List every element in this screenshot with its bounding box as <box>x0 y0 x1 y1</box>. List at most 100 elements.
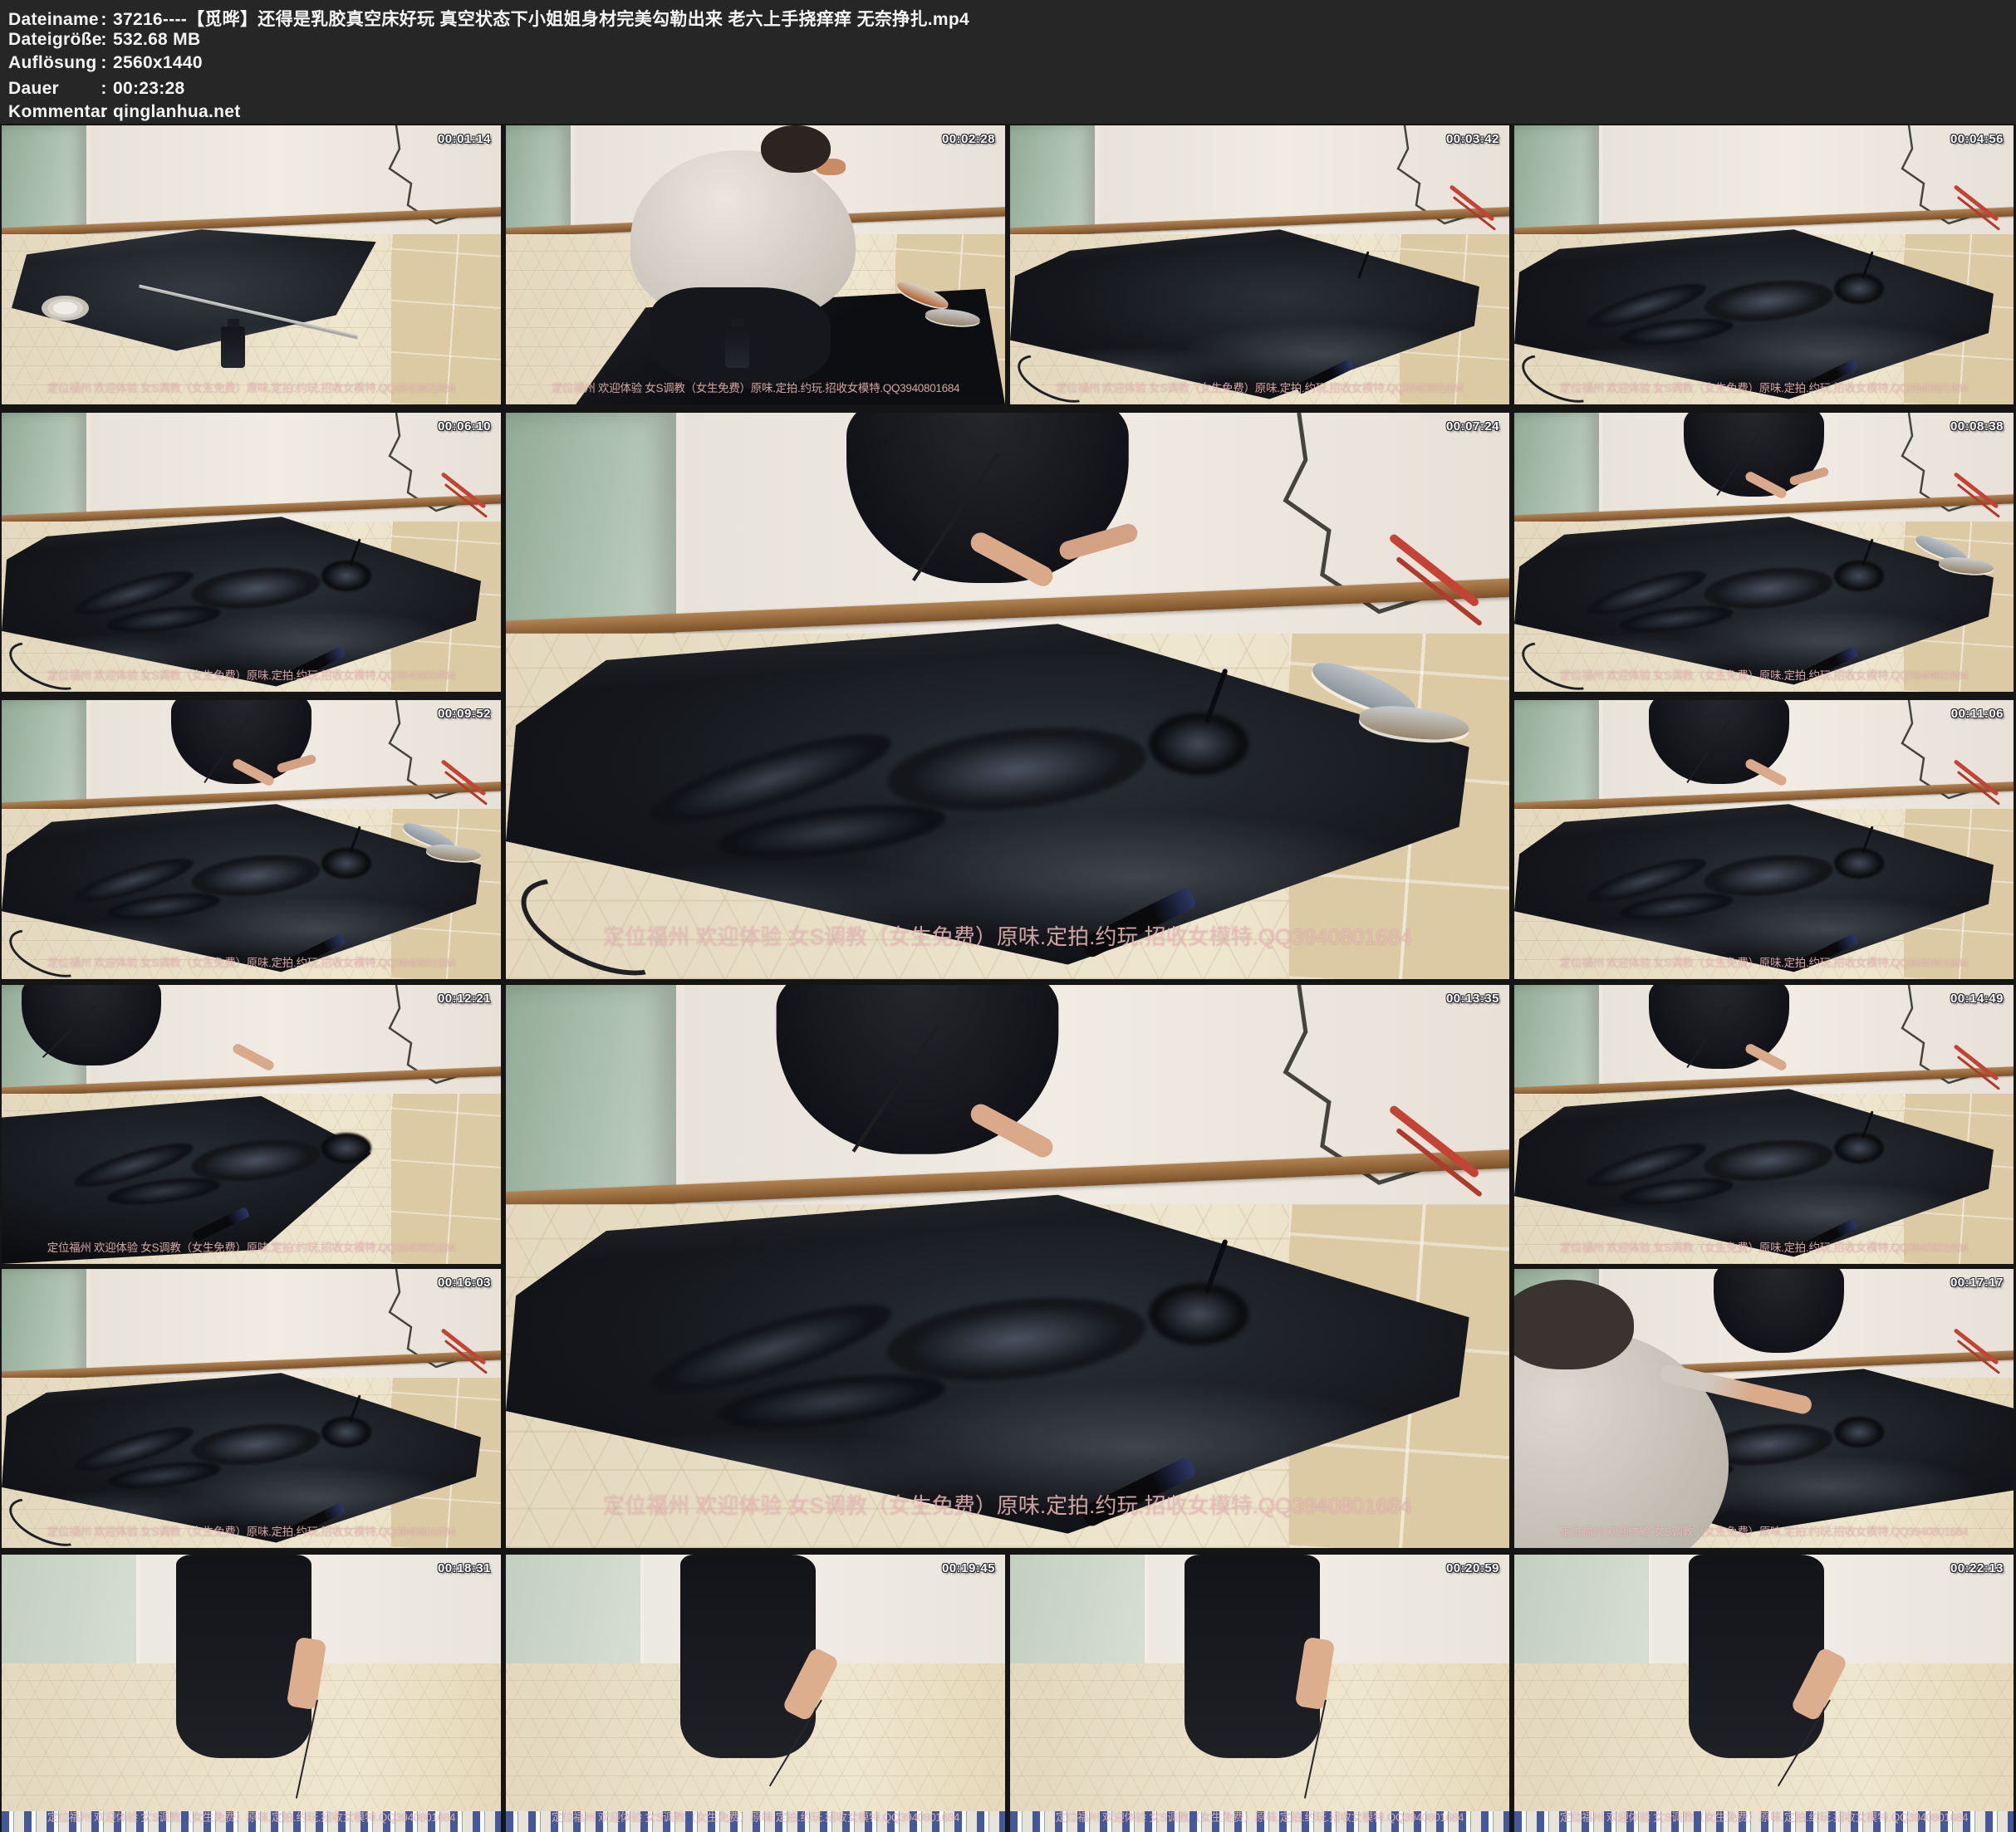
video-frame: 定位福州 欢迎体验 女S调教（女生免费）原味.定拍.约玩.招收女模特.QQ394… <box>2 1269 501 1548</box>
metadata-separator: : <box>95 102 113 122</box>
metadata-label: Dateiname <box>8 10 95 30</box>
body-outline-head <box>1834 561 1884 591</box>
thumbnail-photo <box>506 413 1509 979</box>
video-frame: 定位福州 欢迎体验 女S调教（女生免费）原味.定拍.约玩.招收女模特.QQ394… <box>1010 1555 1509 1832</box>
video-frame: 定位福州 欢迎体验 女S调教（女生免费）原味.定拍.约玩.招收女模特.QQ394… <box>2 413 501 692</box>
video-frame: 定位福州 欢迎体验 女S调教（女生免费）原味.定拍.约玩.招收女模特.QQ394… <box>1514 413 2014 692</box>
watermark-text: 定位福州 欢迎体验 女S调教（女生免费）原味.定拍.约玩.招收女模特.QQ394… <box>2 1238 501 1255</box>
watermark-text: 定位福州 欢迎体验 女S调教（女生免费）原味.定拍.约玩.招收女模特.QQ394… <box>506 920 1509 951</box>
thumbnail-photo <box>1514 413 2014 692</box>
metadata-header: Dateiname:37216----【觅晔】还得是乳胶真空床好玩 真空状态下小… <box>0 0 2016 124</box>
video-frame: 定位福州 欢迎体验 女S调教（女生免费）原味.定拍.约玩.招收女模特.QQ394… <box>2 700 501 979</box>
thumbnail-photo <box>2 125 501 404</box>
thumbnail-photo <box>506 125 1005 404</box>
thumbnail-photo <box>2 1269 501 1548</box>
frame-timestamp: 00:22:13 <box>1950 1561 2004 1575</box>
video-frame: 定位福州 欢迎体验 女S调教（女生免费）原味.定拍.约玩.招收女模特.QQ394… <box>1514 700 2014 979</box>
video-contact-sheet: Dateiname:37216----【觅晔】还得是乳胶真空床好玩 真空状态下小… <box>0 0 2016 1832</box>
thumbnail-photo <box>506 985 1509 1548</box>
body-outline-head <box>1834 848 1884 879</box>
man-head <box>761 125 831 173</box>
thumbnail-photo <box>1514 1555 2014 1832</box>
watermark-text: 定位福州 欢迎体验 女S调教（女生免费）原味.定拍.约玩.招收女模特.QQ394… <box>1514 953 2014 970</box>
frame-timestamp: 00:20:59 <box>1446 1561 1499 1575</box>
watermark-text: 定位福州 欢迎体验 女S调教（女生免费）原味.定拍.约玩.招收女模特.QQ394… <box>2 379 501 395</box>
frame-timestamp: 00:06:10 <box>438 419 491 434</box>
metadata-value: 532.68 MB <box>113 30 200 50</box>
watermark-text: 定位福州 欢迎体验 女S调教（女生免费）原味.定拍.约玩.招收女模特.QQ394… <box>2 666 501 683</box>
video-frame: 定位福州 欢迎体验 女S调教（女生免费）原味.定拍.约玩.招收女模特.QQ394… <box>1010 125 1509 404</box>
frame-timestamp: 00:13:35 <box>1446 992 1499 1006</box>
frame-timestamp: 00:17:17 <box>1950 1276 2004 1290</box>
body-outline-head <box>1834 1133 1884 1163</box>
metadata-separator: : <box>95 10 113 30</box>
thumbnail-photo <box>1514 700 2014 979</box>
tape-roll <box>42 296 89 321</box>
video-frame: 定位福州 欢迎体验 女S调教（女生免费）原味.定拍.约玩.招收女模特.QQ394… <box>506 985 1509 1548</box>
watermark-text: 定位福州 欢迎体验 女S调教（女生免费）原味.定拍.约玩.招收女模特.QQ394… <box>2 1808 501 1825</box>
man-head <box>1514 1280 1634 1369</box>
watermark-text: 定位福州 欢迎体验 女S调教（女生免费）原味.定拍.约玩.招收女模特.QQ394… <box>1514 379 2014 395</box>
frame-timestamp: 00:08:38 <box>1950 419 2004 434</box>
metadata-separator: : <box>95 79 113 99</box>
frame-timestamp: 00:12:21 <box>438 992 491 1006</box>
frame-timestamp: 00:02:28 <box>942 132 995 146</box>
watermark-text: 定位福州 欢迎体验 女S调教（女生免费）原味.定拍.约玩.招收女模特.QQ394… <box>1010 379 1509 395</box>
metadata-row: Dateigröße:532.68 MB <box>8 30 200 50</box>
video-frame: 定位福州 欢迎体验 女S调教（女生免费）原味.定拍.约玩.招收女模特.QQ394… <box>506 125 1005 404</box>
video-frame: 定位福州 欢迎体验 女S调教（女生免费）原味.定拍.约玩.招收女模特.QQ394… <box>506 1555 1005 1832</box>
thumbnail-photo <box>1010 125 1509 404</box>
body-outline-head <box>1834 1417 1884 1447</box>
video-frame: 定位福州 欢迎体验 女S调教（女生免费）原味.定拍.约玩.招收女模特.QQ394… <box>1514 985 2014 1264</box>
watermark-text: 定位福州 欢迎体验 女S调教（女生免费）原味.定拍.约玩.招收女模特.QQ394… <box>1514 1808 2014 1825</box>
video-frame: 定位福州 欢迎体验 女S调教（女生免费）原味.定拍.约玩.招收女模特.QQ394… <box>506 413 1509 979</box>
frame-timestamp: 00:18:31 <box>438 1561 491 1575</box>
frame-timestamp: 00:04:56 <box>1950 132 2004 146</box>
frame-timestamp: 00:07:24 <box>1446 419 1499 434</box>
frame-timestamp: 00:11:06 <box>1951 707 2004 721</box>
frame-timestamp: 00:16:03 <box>438 1276 491 1290</box>
metadata-row: Kommentar:qinglanhua.net <box>8 102 241 122</box>
thumbnail-photo <box>1010 1555 1509 1832</box>
thumbnail-photo <box>2 985 501 1264</box>
metadata-label: Dateigröße <box>8 30 95 50</box>
metadata-value: 00:23:28 <box>113 79 184 99</box>
thumbnail-photo <box>2 1555 501 1832</box>
metadata-label: Kommentar <box>8 102 95 122</box>
thumbnail-photo <box>2 700 501 979</box>
thumbnail-photo <box>1514 985 2014 1264</box>
body-outline-head <box>1148 1283 1248 1345</box>
watermark-text: 定位福州 欢迎体验 女S调教（女生免费）原味.定拍.约玩.招收女模特.QQ394… <box>506 1489 1509 1520</box>
video-frame: 定位福州 欢迎体验 女S调教（女生免费）原味.定拍.约玩.招收女模特.QQ394… <box>1514 125 2014 404</box>
video-frame: 定位福州 欢迎体验 女S调教（女生免费）原味.定拍.约玩.招收女模特.QQ394… <box>2 125 501 404</box>
thumbnail-photo <box>1514 1269 2014 1548</box>
frame-timestamp: 00:19:45 <box>942 1561 995 1575</box>
thumbnail-photo <box>2 413 501 692</box>
metadata-label: Auflösung <box>8 53 95 73</box>
frame-timestamp: 00:01:14 <box>438 132 491 146</box>
watermark-text: 定位福州 欢迎体验 女S调教（女生免费）原味.定拍.约玩.招收女模特.QQ394… <box>1514 1522 2014 1539</box>
watermark-text: 定位福州 欢迎体验 女S调教（女生免费）原味.定拍.约玩.招收女模特.QQ394… <box>506 1808 1005 1825</box>
metadata-separator: : <box>95 53 113 73</box>
watermark-text: 定位福州 欢迎体验 女S调教（女生免费）原味.定拍.约玩.招收女模特.QQ394… <box>506 379 1005 395</box>
body-outline-head <box>1148 713 1248 775</box>
body-outline-head <box>321 1133 371 1163</box>
metadata-label: Dauer <box>8 79 95 99</box>
watermark-text: 定位福州 欢迎体验 女S调教（女生免费）原味.定拍.约玩.招收女模特.QQ394… <box>1514 1238 2014 1255</box>
metadata-separator: : <box>95 30 113 50</box>
body-outline-head <box>321 561 371 591</box>
frame-timestamp: 00:09:52 <box>438 707 491 721</box>
standing-man-figure <box>176 1555 311 1758</box>
metadata-value: 37216----【觅晔】还得是乳胶真空床好玩 真空状态下小姐姐身材完美勾勒出来… <box>113 6 969 31</box>
metadata-value: 2560x1440 <box>113 53 203 73</box>
thumbnail-photo <box>506 1555 1005 1832</box>
standing-man-figure <box>680 1555 815 1758</box>
video-frame: 定位福州 欢迎体验 女S调教（女生免费）原味.定拍.约玩.招收女模特.QQ394… <box>2 1555 501 1832</box>
video-frame: 定位福州 欢迎体验 女S调教（女生免费）原味.定拍.约玩.招收女模特.QQ394… <box>2 985 501 1264</box>
frame-timestamp: 00:14:49 <box>1950 992 2004 1006</box>
video-frame: 定位福州 欢迎体验 女S调教（女生免费）原味.定拍.约玩.招收女模特.QQ394… <box>1514 1555 2014 1832</box>
metadata-row: Dateiname:37216----【觅晔】还得是乳胶真空床好玩 真空状态下小… <box>8 6 969 31</box>
body-outline-head <box>321 848 371 879</box>
video-frame: 定位福州 欢迎体验 女S调教（女生免费）原味.定拍.约玩.招收女模特.QQ394… <box>1514 1269 2014 1548</box>
watermark-text: 定位福州 欢迎体验 女S调教（女生免费）原味.定拍.约玩.招收女模特.QQ394… <box>2 953 501 970</box>
